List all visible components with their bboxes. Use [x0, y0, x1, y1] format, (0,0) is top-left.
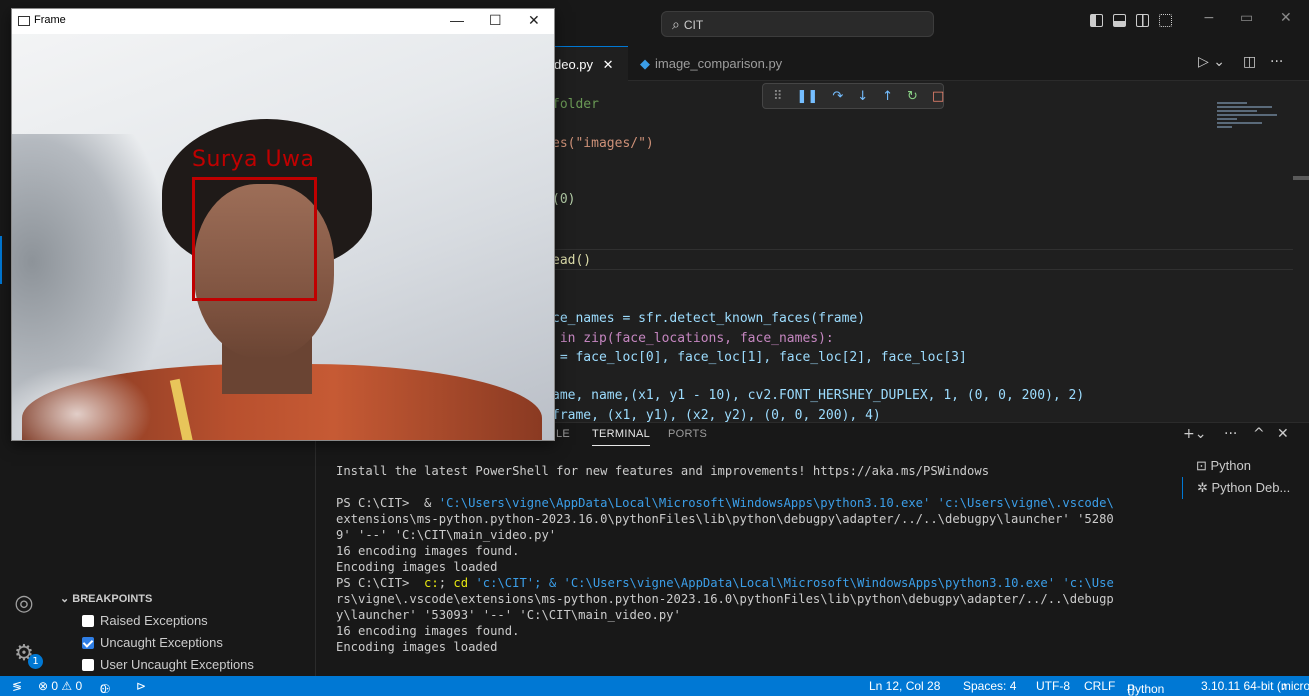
terminal-line: y\launcher' '53093' '--' 'C:\CIT\main_vi…: [336, 608, 681, 622]
step-over-icon[interactable]: ↷: [832, 89, 843, 104]
debug-launch-icon[interactable]: ⊳: [136, 679, 146, 693]
active-view-indicator: [0, 236, 2, 284]
more-icon[interactable]: ···: [1224, 426, 1237, 442]
terminal-list: ⊡ Python ✲ Python Deb...: [1182, 455, 1309, 499]
pause-icon[interactable]: ❚❚: [797, 89, 819, 104]
step-into-icon[interactable]: ↓: [857, 89, 868, 104]
code-line: (0): [552, 192, 576, 207]
face-name-label: Surya Uwa: [192, 147, 315, 172]
minimap[interactable]: [1217, 100, 1287, 150]
terminal-line: Encoding images loaded: [336, 640, 498, 654]
current-line-highlight: [548, 249, 1293, 270]
terminal-line: 16 encoding images found.: [336, 624, 520, 638]
camera-feed: Surya Uwa: [12, 34, 554, 440]
chevron-down-icon: ⌄: [60, 593, 73, 605]
restart-icon[interactable]: ↻: [907, 89, 918, 104]
terminal-line: extensions\ms-python.python-2023.16.0\py…: [336, 512, 1114, 526]
terminal-line: PS C:\CIT> & 'C:\Users\vigne\AppData\Loc…: [336, 496, 1114, 510]
search-icon: ⌕: [672, 16, 680, 32]
step-out-icon[interactable]: ↑: [882, 89, 893, 104]
code-line: in zip(face_locations, face_names):: [552, 331, 834, 346]
tab-ports[interactable]: PORTS: [668, 428, 707, 440]
indentation[interactable]: Spaces: 4: [963, 679, 1016, 693]
terminal-line: Encoding images loaded: [336, 560, 498, 574]
code-line: ce_names = sfr.detect_known_faces(frame): [552, 311, 866, 326]
toggle-secondary-sidebar-icon[interactable]: [1136, 14, 1149, 27]
more-actions-icon[interactable]: ···: [1270, 54, 1283, 70]
new-terminal-icon[interactable]: +⌄: [1183, 426, 1206, 442]
status-bar: ≶ ⊗ 0 ⚠ 0 ⚇ 0 ⊳ Ln 12, Col 28 Spaces: 4 …: [0, 676, 1309, 696]
customize-layout-icon[interactable]: [1159, 14, 1172, 27]
problems-status[interactable]: ⊗ 0 ⚠ 0: [38, 679, 82, 693]
terminal-line: PS C:\CIT> c:; cd 'c:\CIT'; & 'C:\Users\…: [336, 576, 1114, 590]
frame-minimize-button[interactable]: —: [450, 12, 464, 28]
terminal-line: 16 encoding images found.: [336, 544, 520, 558]
toggle-primary-sidebar-icon[interactable]: [1090, 14, 1103, 27]
terminal-line: rs\vigne\.vscode\extensions\ms-python.py…: [336, 592, 1114, 606]
stop-icon[interactable]: □: [932, 89, 944, 104]
drag-handle-icon[interactable]: ⠿: [773, 89, 783, 104]
maximize-panel-icon[interactable]: ^: [1253, 426, 1265, 442]
toggle-panel-icon[interactable]: [1113, 14, 1126, 27]
code-line: frame, (x1, y1), (x2, y2), (0, 0, 200), …: [552, 408, 881, 422]
python-interpreter[interactable]: 3.10.11 64-bit (microsoft store): [1201, 679, 1309, 693]
code-line: ame, name,(x1, y1 - 10), cv2.FONT_HERSHE…: [552, 388, 1085, 403]
terminal-icon: ⊡: [1196, 458, 1211, 473]
app-window-icon: [18, 16, 30, 26]
debug-icon: ✲: [1197, 480, 1212, 495]
notifications-icon[interactable]: ♪: [1281, 679, 1287, 693]
close-panel-icon[interactable]: ✕: [1277, 426, 1289, 442]
tab-terminal[interactable]: TERMINAL: [592, 428, 651, 446]
terminal-line: 9' '--' 'C:\CIT\main_video.py': [336, 528, 557, 542]
light-glare: [12, 364, 152, 440]
terminal-item-python-debug[interactable]: ✲ Python Deb...: [1182, 477, 1309, 499]
checkbox-checked[interactable]: [82, 636, 94, 649]
terminal-item-python[interactable]: ⊡ Python: [1182, 455, 1309, 477]
run-debug-icon[interactable]: ▷ ⌄: [1198, 54, 1225, 70]
code-line: ead(): [552, 253, 592, 268]
editor-scrollbar[interactable]: [1293, 176, 1309, 180]
frame-maximize-button[interactable]: ☐: [489, 12, 502, 29]
breakpoints-header[interactable]: ⌄ BREAKPOINTS: [60, 592, 152, 605]
breakpoint-uncaught-exceptions[interactable]: Uncaught Exceptions: [82, 635, 223, 650]
restore-button[interactable]: ▭: [1240, 10, 1253, 26]
accounts-icon[interactable]: ◎: [12, 592, 36, 616]
frame-title-bar[interactable]: Frame — ☐ ✕: [12, 9, 554, 34]
vscode-window: { "titlebar": { "search_text": "CIT", "m…: [0, 0, 1309, 696]
terminal-line: Install the latest PowerShell for new fe…: [336, 464, 990, 478]
tab-image-comparison[interactable]: ◆ image_comparison.py: [634, 46, 794, 81]
command-center-search[interactable]: ⌕ CIT: [661, 11, 934, 37]
frame-title: Frame: [34, 14, 66, 26]
python-file-icon: ◆: [640, 56, 650, 71]
update-badge: 1: [28, 654, 43, 669]
search-text: CIT: [683, 18, 704, 32]
tab-close-icon[interactable]: ✕: [603, 57, 614, 72]
face-detection-box: [192, 177, 317, 301]
breakpoint-raised-exceptions[interactable]: Raised Exceptions: [82, 613, 208, 628]
checkbox-unchecked[interactable]: [82, 658, 94, 671]
frame-close-button[interactable]: ✕: [528, 12, 540, 29]
code-line: es("images/"): [552, 136, 654, 151]
frame-window[interactable]: Frame — ☐ ✕ Surya Uwa: [11, 8, 555, 441]
code-line: = face_loc[0], face_loc[1], face_loc[2],…: [552, 350, 967, 365]
remote-icon[interactable]: ≶: [12, 679, 22, 693]
code-line: folder: [552, 97, 599, 112]
minimize-button[interactable]: −: [1203, 10, 1215, 26]
split-editor-icon[interactable]: ◫: [1243, 54, 1256, 70]
line-ending[interactable]: CRLF: [1084, 679, 1115, 693]
cursor-position[interactable]: Ln 12, Col 28: [869, 679, 940, 693]
encoding[interactable]: UTF-8: [1036, 679, 1070, 693]
layout-controls: [1090, 14, 1172, 27]
breakpoint-user-uncaught-exceptions[interactable]: User Uncaught Exceptions: [82, 657, 254, 672]
tab-debug-console[interactable]: LE: [556, 428, 570, 440]
debug-toolbar: ⠿ ❚❚ ↷ ↓ ↑ ↻ □: [762, 83, 944, 109]
close-button[interactable]: ✕: [1280, 10, 1292, 26]
checkbox-unchecked[interactable]: [82, 614, 94, 627]
